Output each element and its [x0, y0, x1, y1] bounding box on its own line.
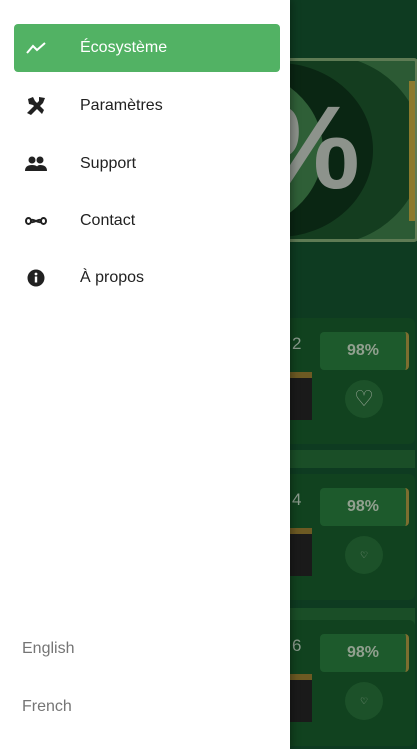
- score-badge: 98%: [320, 488, 409, 526]
- card-number: 6: [292, 636, 302, 655]
- drawer-item-contact[interactable]: Contact: [14, 197, 280, 245]
- tools-icon: [22, 94, 50, 118]
- card-number: 2: [292, 334, 302, 353]
- language-option-french[interactable]: French: [22, 698, 72, 716]
- drawer-item-parametres[interactable]: Paramètres: [14, 82, 280, 130]
- navigation-drawer: Écosystème Paramètres Support Contact À …: [0, 0, 290, 749]
- heart-outline-icon: ♡: [345, 380, 383, 418]
- drawer-item-a-propos[interactable]: À propos: [14, 254, 280, 302]
- users-icon: [22, 152, 50, 176]
- info-icon: [22, 266, 50, 290]
- drawer-item-label: Paramètres: [80, 97, 163, 114]
- score-badge: 98%: [320, 634, 409, 672]
- heart-outline-icon: ♡: [345, 682, 383, 720]
- drawer-item-support[interactable]: Support: [14, 140, 280, 188]
- drawer-item-ecosysteme[interactable]: Écosystème: [14, 24, 280, 72]
- language-option-english[interactable]: English: [22, 640, 74, 658]
- card-number: 4: [292, 490, 302, 509]
- heart-outline-icon: ♡: [345, 536, 383, 574]
- drawer-item-label: À propos: [80, 269, 145, 286]
- infinity-icon: [22, 209, 50, 233]
- trending-line-icon: [22, 36, 50, 60]
- drawer-item-label: Support: [80, 155, 137, 172]
- drawer-item-label: Écosystème: [80, 39, 168, 56]
- score-badge: 98%: [320, 332, 409, 370]
- drawer-item-label: Contact: [80, 212, 136, 229]
